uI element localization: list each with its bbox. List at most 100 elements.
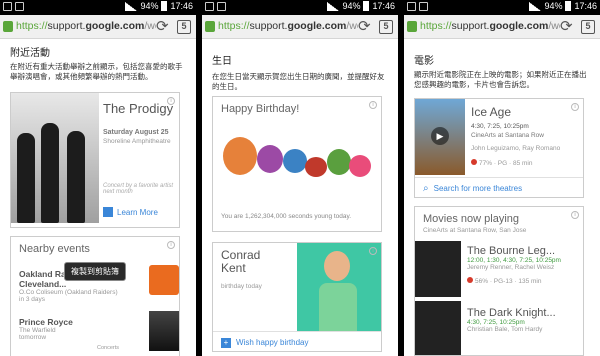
reload-icon[interactable]: ⟳ bbox=[560, 17, 573, 35]
tomato-icon bbox=[471, 159, 477, 165]
list-item[interactable]: Prince Royce The Warfield tomorrow bbox=[19, 317, 149, 341]
artist-photo bbox=[149, 311, 179, 351]
cake-icon bbox=[283, 149, 307, 173]
url-text[interactable]: https://support.google.com/webse bbox=[218, 20, 358, 32]
grid-icon bbox=[103, 207, 113, 217]
notification-icon bbox=[407, 2, 416, 11]
card-subtitle: CineArts at Santana Row, San Jose bbox=[423, 227, 527, 234]
event-date: Saturday August 25 bbox=[103, 129, 169, 136]
cake-icon bbox=[223, 137, 257, 175]
gallery-icon bbox=[419, 2, 428, 11]
battery-percent: 94% bbox=[342, 1, 361, 11]
birthday-doodle bbox=[213, 119, 381, 201]
event-note: Concert by a favorite artist next month bbox=[103, 183, 174, 195]
movie-poster bbox=[415, 241, 461, 297]
event-venue: Shoreline Amphitheatre bbox=[103, 138, 171, 145]
cake-icon bbox=[349, 155, 371, 177]
clock: 17:46 bbox=[372, 1, 395, 11]
url-text[interactable]: https://support.google.com/webse bbox=[420, 20, 560, 32]
address-bar[interactable]: https://support.google.com/webse ⟳ 5 bbox=[404, 15, 600, 39]
gallery-icon bbox=[217, 2, 226, 11]
birthday-card: Happy Birthday! i You are 1,262,304,000 … bbox=[212, 96, 382, 232]
card-title: Happy Birthday! bbox=[221, 103, 300, 115]
tabs-icon[interactable]: 5 bbox=[379, 20, 393, 34]
section-desc: 顯示附近電影院正在上映的電影；如果附近正在播出您感興趣的電影，卡片也會告訴您。 bbox=[414, 70, 587, 89]
lock-icon bbox=[407, 21, 417, 32]
section-title: 附近活動 bbox=[10, 48, 50, 59]
clock: 17:46 bbox=[170, 1, 193, 11]
seconds-text: You are 1,262,304,000 seconds young toda… bbox=[221, 213, 352, 220]
search-theatres-button[interactable]: ⌕ Search for more theatres bbox=[415, 177, 583, 197]
section-title: 生日 bbox=[212, 56, 232, 67]
battery-icon bbox=[363, 1, 370, 11]
phone-screen-events: 94% 17:46 https://support.google.com/webs… bbox=[0, 0, 196, 356]
info-icon[interactable]: i bbox=[369, 247, 377, 255]
phone-screen-birthday: 94% 17:46 https://support.google.com/webs… bbox=[202, 0, 398, 356]
info-icon[interactable]: i bbox=[167, 241, 175, 249]
signal-icon bbox=[327, 1, 340, 11]
address-bar[interactable]: https://support.google.com/webse ⟳ 5 bbox=[0, 15, 196, 39]
team-logo bbox=[149, 265, 179, 295]
theater: CineArts at Santana Row bbox=[471, 132, 544, 139]
battery-percent: 94% bbox=[140, 1, 159, 11]
copy-tooltip[interactable]: 複製到剪貼簿 bbox=[64, 262, 126, 281]
battery-icon bbox=[161, 1, 168, 11]
notification-icon bbox=[205, 2, 214, 11]
signal-icon bbox=[125, 1, 138, 11]
movie-card[interactable]: ▶ i Ice Age 4:30, 7:25, 10:25pm CineArts… bbox=[414, 98, 584, 198]
status-bar: 94% 17:46 bbox=[202, 0, 398, 15]
battery-percent: 94% bbox=[544, 1, 563, 11]
gallery-icon bbox=[15, 2, 24, 11]
movie-poster: ▶ bbox=[415, 99, 465, 175]
play-icon: ▶ bbox=[431, 127, 449, 145]
list-item[interactable]: The Dark Knight... 4:30, 7:25, 10:25pm C… bbox=[467, 307, 556, 333]
nearby-events-card: Nearby events i Oakland Raiders vs. Clev… bbox=[10, 236, 180, 356]
card-title: Movies now playing bbox=[423, 213, 519, 225]
artist-name: The Prodigy bbox=[103, 101, 174, 116]
friend-birthday-card[interactable]: Conrad Kent birthday today i + Wish happy… bbox=[212, 242, 382, 352]
wish-birthday-button[interactable]: + Wish happy birthday bbox=[213, 331, 381, 351]
info-icon[interactable]: i bbox=[571, 211, 579, 219]
friend-name: Conrad Kent bbox=[221, 248, 261, 275]
now-playing-card: Movies now playing CineArts at Santana R… bbox=[414, 206, 584, 356]
status-bar: 94% 17:46 bbox=[0, 0, 196, 15]
search-icon: ⌕ bbox=[423, 183, 429, 194]
tabs-icon[interactable]: 5 bbox=[581, 20, 595, 34]
battery-icon bbox=[565, 1, 572, 11]
card-title: Nearby events bbox=[19, 243, 90, 255]
learn-more-link[interactable]: Learn More bbox=[103, 207, 158, 217]
reload-icon[interactable]: ⟳ bbox=[358, 17, 371, 35]
cake-icon bbox=[257, 145, 283, 173]
plus-icon: + bbox=[221, 337, 231, 348]
friend-photo bbox=[297, 243, 381, 331]
movie-title: Ice Age bbox=[471, 105, 512, 119]
info-icon[interactable]: i bbox=[369, 101, 377, 109]
friend-subtitle: birthday today bbox=[221, 283, 262, 290]
tomato-icon bbox=[467, 277, 473, 283]
address-bar[interactable]: https://support.google.com/webse ⟳ 5 bbox=[202, 15, 398, 39]
cake-icon bbox=[327, 149, 351, 175]
lock-icon bbox=[205, 21, 215, 32]
three-phone-screens: 94% 17:46 https://support.google.com/webs… bbox=[0, 0, 600, 356]
lock-icon bbox=[3, 21, 13, 32]
list-item[interactable]: The Bourne Leg... 12:00, 1:30, 4:30, 7:2… bbox=[467, 245, 561, 285]
phone-screen-movies: 94% 17:46 https://support.google.com/webs… bbox=[404, 0, 600, 356]
signal-icon bbox=[529, 1, 542, 11]
showtimes[interactable]: 4:30, 7:25, 10:25pm bbox=[471, 123, 529, 130]
rating: 77% · PG · 85 min bbox=[471, 159, 532, 167]
cast: John Leguizamo, Ray Romano bbox=[471, 145, 561, 152]
clock: 17:46 bbox=[574, 1, 597, 11]
section-desc: 在您生日當天顯示賀您出生日期的廣聞，並提醒好友的生日。 bbox=[212, 72, 385, 91]
info-icon[interactable]: i bbox=[571, 103, 579, 111]
cake-icon bbox=[305, 157, 327, 177]
band-photo bbox=[11, 93, 99, 223]
section-title: 電影 bbox=[414, 56, 434, 67]
event-tag: Concerts bbox=[97, 345, 120, 351]
reload-icon[interactable]: ⟳ bbox=[156, 17, 169, 35]
url-text[interactable]: https://support.google.com/webse bbox=[16, 20, 156, 32]
status-bar: 94% 17:46 bbox=[404, 0, 600, 15]
tabs-icon[interactable]: 5 bbox=[177, 20, 191, 34]
concert-card[interactable]: i The Prodigy Saturday August 25 Shoreli… bbox=[10, 92, 180, 228]
section-desc: 在附近有重大活動舉辦之前顯示，包括您喜愛的歌手舉辦演唱會，或其他頻繁舉辦的熱門活… bbox=[10, 62, 183, 81]
movie-poster bbox=[415, 301, 461, 355]
